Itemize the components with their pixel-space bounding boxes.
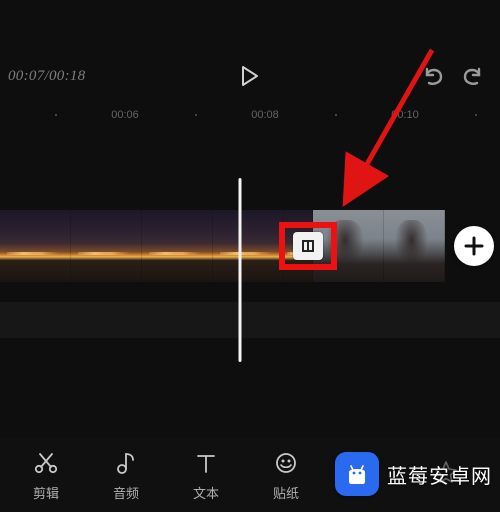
time-ruler[interactable]: 00:06 00:08 00:10	[0, 110, 500, 128]
android-icon	[343, 460, 371, 488]
play-button[interactable]	[236, 62, 264, 90]
redo-button[interactable]	[460, 63, 486, 89]
scissors-icon	[32, 449, 60, 477]
tool-trim[interactable]: 剪辑	[6, 449, 86, 502]
tool-text[interactable]: 文本	[166, 449, 246, 502]
plus-icon	[463, 235, 485, 257]
text-t-icon	[192, 449, 220, 477]
transition-icon	[300, 238, 316, 254]
timeline[interactable]	[0, 178, 500, 338]
clip-thumbnail[interactable]	[0, 210, 71, 282]
watermark-text: 蓝莓安卓网	[387, 460, 492, 489]
sticker-icon	[272, 449, 300, 477]
clip-thumbnail[interactable]	[71, 210, 142, 282]
audio-track-lane[interactable]	[0, 302, 500, 338]
undo-icon	[421, 65, 445, 87]
watermark: 蓝莓安卓网	[335, 452, 492, 496]
undo-button[interactable]	[420, 63, 446, 89]
time-readout: 00:07/00:18	[8, 68, 85, 85]
clip-strip[interactable]	[0, 210, 445, 282]
tool-audio[interactable]: 音频	[86, 449, 166, 502]
tool-sticker[interactable]: 贴纸	[246, 449, 326, 502]
tool-label: 文本	[193, 483, 219, 502]
clip-thumbnail[interactable]	[313, 210, 384, 282]
tool-label: 剪辑	[33, 483, 59, 502]
watermark-badge	[335, 452, 379, 496]
ruler-tick-dot	[55, 114, 57, 116]
clip-thumbnail[interactable]	[142, 210, 213, 282]
add-clip-button[interactable]	[454, 226, 494, 266]
ruler-tick-dot	[195, 114, 197, 116]
music-note-icon	[112, 449, 140, 477]
redo-icon	[461, 65, 485, 87]
clip-thumbnail[interactable]	[213, 210, 284, 282]
tool-label: 音频	[113, 483, 139, 502]
playhead[interactable]	[239, 178, 242, 362]
play-icon	[239, 64, 261, 88]
ruler-tick-label: 00:08	[251, 109, 279, 121]
clip-thumbnail[interactable]	[384, 210, 445, 282]
transition-button[interactable]	[293, 232, 323, 260]
ruler-tick-dot	[475, 114, 477, 116]
ruler-tick-label: 00:06	[111, 109, 139, 121]
tool-label: 贴纸	[273, 483, 299, 502]
ruler-tick-label: 00:10	[391, 109, 419, 121]
ruler-tick-dot	[335, 114, 337, 116]
